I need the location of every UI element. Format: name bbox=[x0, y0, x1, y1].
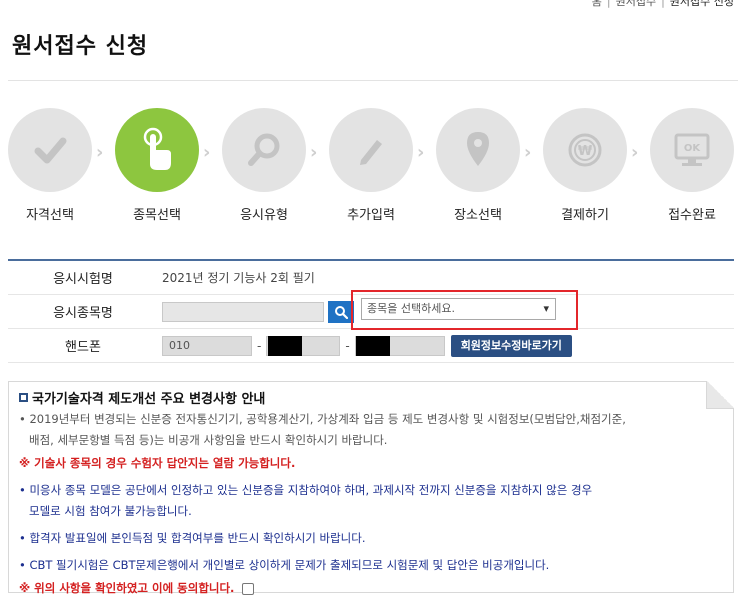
notice-line: • 미응사 종목 모델은 공단에서 인정하고 있는 신분증을 지참하여야 하며,… bbox=[19, 483, 593, 497]
notice-title: 국가기술자격 제도개선 주요 변경사항 안내 bbox=[32, 392, 266, 407]
breadcrumb-current: 원서접수 신청 bbox=[669, 0, 734, 8]
step-label: 추가입력 bbox=[347, 208, 395, 223]
phone-prefix-field[interactable]: 010 bbox=[162, 335, 252, 356]
agree-row: ※ 위의 사항을 확인하였고 이에 동의합니다. bbox=[19, 578, 723, 599]
subject-select[interactable]: 종목을 선택하세요. ▾ bbox=[361, 298, 556, 320]
step-exam-type: 응시유형 bbox=[214, 108, 314, 223]
notice-box: 국가기술자격 제도개선 주요 변경사항 안내 • 2019년부터 변경되는 신분… bbox=[8, 381, 734, 595]
subject-label: 응시종목명 bbox=[53, 306, 113, 321]
notice-line: • 2019년부터 변경되는 신분증 전자통신기기, 공학용계산기, 가상계좌 … bbox=[19, 412, 626, 426]
location-pin-icon bbox=[467, 132, 489, 166]
step-label: 장소선택 bbox=[454, 208, 502, 223]
chevron-right-icon: › bbox=[417, 142, 425, 163]
notice-warning: ※ 기술사 종목의 경우 수험자 답안지는 열람 가능합니다. bbox=[19, 456, 296, 470]
pointer-hand-icon bbox=[143, 127, 171, 170]
notice-bullet-icon bbox=[19, 393, 28, 402]
step-complete: OK 접수완료 bbox=[642, 108, 742, 223]
chevron-down-icon: ▾ bbox=[543, 302, 549, 315]
step-label: 결제하기 bbox=[561, 208, 609, 223]
step-subject: 종목선택 bbox=[107, 108, 207, 223]
chevron-right-icon: › bbox=[203, 142, 211, 163]
step-label: 응시유형 bbox=[240, 208, 288, 223]
phone-last-field[interactable] bbox=[354, 335, 445, 356]
agree-label: ※ 위의 사항을 확인하였고 이에 동의합니다. bbox=[19, 581, 235, 595]
search-icon bbox=[335, 305, 348, 319]
redaction-mask bbox=[268, 335, 303, 356]
notice-line: • CBT 필기시험은 CBT문제은행에서 개인별로 상이하게 문제가 출제되므… bbox=[19, 558, 550, 572]
svg-text:OK: OK bbox=[684, 143, 702, 154]
phone-label: 핸드폰 bbox=[65, 340, 101, 355]
breadcrumb-apply[interactable]: 원서접수 bbox=[616, 0, 656, 8]
breadcrumb: 홈 | 원서접수 | 원서접수 신청 bbox=[592, 0, 734, 9]
step-additional-input: 추가입력 bbox=[321, 108, 421, 223]
svg-text:₩: ₩ bbox=[578, 144, 593, 159]
subject-search-input[interactable] bbox=[162, 301, 324, 322]
magnifier-icon bbox=[248, 133, 280, 166]
step-label: 종목선택 bbox=[133, 208, 181, 223]
agree-checkbox[interactable] bbox=[242, 582, 255, 595]
chevron-right-icon: › bbox=[310, 142, 318, 163]
won-coin-icon: ₩ bbox=[568, 133, 602, 167]
phone-dash: - bbox=[345, 338, 350, 353]
edit-member-info-button[interactable]: 회원정보수정바로가기 bbox=[450, 334, 572, 357]
exam-name-value: 2021년 정기 기능사 2회 필기 bbox=[162, 271, 315, 285]
step-label: 자격선택 bbox=[26, 208, 74, 223]
notice-line: • 합격자 발표일에 본인득점 및 합격여부를 반드시 확인하시기 바랍니다. bbox=[19, 531, 366, 545]
check-icon bbox=[34, 137, 67, 164]
notice-line: 배점, 세부문항별 득점 등)는 비공개 사항임을 반드시 확인하시기 바랍니다… bbox=[29, 433, 388, 447]
phone-middle-field[interactable] bbox=[266, 335, 341, 356]
phone-row: 핸드폰 010 - - 회원정보수정바로가기 bbox=[8, 329, 734, 363]
step-payment: ₩ 결제하기 bbox=[535, 108, 635, 223]
chevron-right-icon: › bbox=[96, 142, 104, 163]
chevron-right-icon: › bbox=[631, 142, 639, 163]
title-divider bbox=[8, 80, 738, 81]
subject-select-value: 종목을 선택하세요. bbox=[367, 302, 455, 315]
step-progress: 자격선택 › 종목선택 › 응시유형 › 추가입력 › 장소선택 › ₩ 결제하… bbox=[0, 108, 750, 228]
chevron-right-icon: › bbox=[524, 142, 532, 163]
page-title: 원서접수 신청 bbox=[12, 34, 149, 59]
exam-name-label: 응시시험명 bbox=[53, 272, 113, 287]
redaction-mask bbox=[355, 335, 390, 356]
ok-monitor-icon: OK bbox=[674, 133, 710, 166]
phone-dash: - bbox=[257, 338, 262, 353]
breadcrumb-home[interactable]: 홈 bbox=[592, 0, 602, 8]
subject-select-highlight: 종목을 선택하세요. ▾ bbox=[351, 290, 578, 330]
step-location: 장소선택 bbox=[428, 108, 528, 223]
step-qualification: 자격선택 bbox=[0, 108, 100, 223]
page-fold-corner bbox=[706, 381, 734, 409]
step-label: 접수완료 bbox=[668, 208, 716, 223]
notice-line: 모델로 시험 참여가 불가능합니다. bbox=[29, 504, 192, 518]
pencil-icon bbox=[360, 140, 382, 165]
